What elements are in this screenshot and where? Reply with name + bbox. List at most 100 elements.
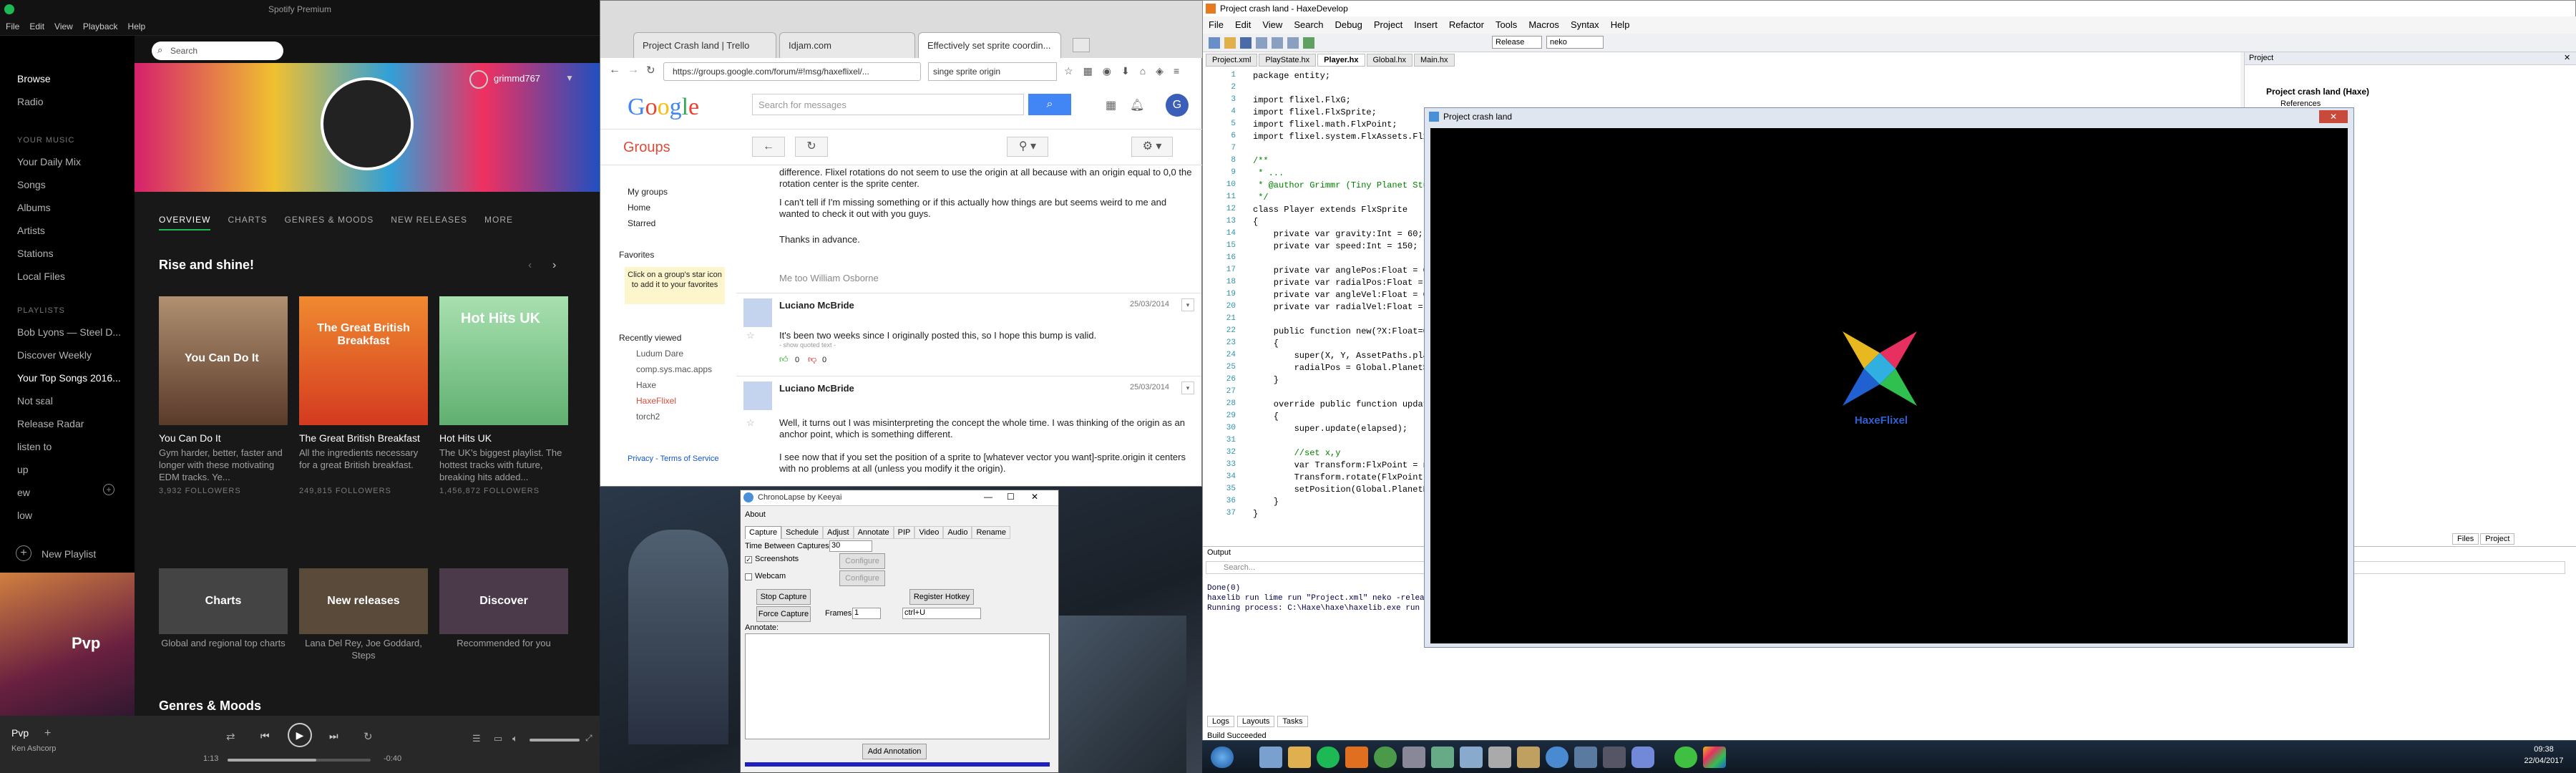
groups-search-input[interactable]: Search for messages: [752, 94, 1024, 115]
menu-item[interactable]: Refactor: [1449, 19, 1484, 30]
register-hotkey-button[interactable]: Register Hotkey: [909, 589, 974, 605]
back-to-topics-button[interactable]: ←: [752, 137, 785, 157]
playlist-item[interactable]: Discover Weekly: [17, 349, 92, 361]
playlist-item[interactable]: ew: [17, 487, 30, 498]
close-icon[interactable]: ✕: [1031, 492, 1038, 502]
playlist-item[interactable]: Not sεal: [17, 395, 53, 407]
favorites-header[interactable]: Favorites: [619, 250, 654, 260]
nav-home[interactable]: Home: [628, 203, 650, 213]
app-icon[interactable]: [1488, 747, 1511, 768]
reply-author[interactable]: Luciano McBride: [779, 383, 854, 394]
menu-item[interactable]: Help: [1611, 19, 1630, 30]
app-icon[interactable]: [1517, 747, 1540, 768]
save-icon[interactable]: +: [44, 727, 51, 740]
username[interactable]: grimmd767: [494, 73, 540, 84]
nav-my-groups[interactable]: My groups: [628, 187, 668, 197]
playlist-card[interactable]: You Can Do It You Can Do It Gym harder, …: [159, 296, 288, 495]
tab-schedule[interactable]: Schedule: [781, 526, 824, 539]
browser-tab[interactable]: Project Crash land | Trello: [633, 32, 776, 58]
share-button[interactable]: ⚲ ▾: [1007, 137, 1048, 157]
stop-capture-button[interactable]: Stop Capture: [756, 589, 811, 605]
now-playing-title[interactable]: Pvp: [11, 727, 29, 739]
download-icon[interactable]: ⬇: [1121, 65, 1130, 77]
haxeflixel-app-icon[interactable]: [1703, 747, 1726, 768]
add-icon[interactable]: +: [103, 484, 114, 495]
extension-icon[interactable]: ▦: [1083, 65, 1093, 77]
reply-menu-button[interactable]: ▾: [1181, 381, 1194, 394]
explorer-icon[interactable]: [1259, 747, 1282, 768]
tab-pip[interactable]: PIP: [893, 526, 915, 539]
category-card[interactable]: Charts Global and regional top charts: [159, 568, 288, 674]
address-bar[interactable]: https://groups.google.com/forum/#!msg/ha…: [663, 62, 921, 81]
menu-edit[interactable]: Edit: [29, 21, 44, 31]
star-icon[interactable]: ☆: [1064, 65, 1073, 77]
menu-item[interactable]: Project: [1374, 19, 1402, 30]
star-icon[interactable]: ☆: [746, 417, 755, 429]
game-icon[interactable]: [1674, 747, 1697, 768]
app-icon[interactable]: [1574, 747, 1597, 768]
save-icon[interactable]: [1240, 37, 1252, 49]
firefox-icon[interactable]: [1345, 747, 1368, 768]
menu-item[interactable]: Edit: [1235, 19, 1251, 30]
upvote-icon[interactable]: 👍︎: [779, 354, 789, 365]
tab-more[interactable]: MORE: [484, 215, 513, 230]
menu-item[interactable]: Insert: [1414, 19, 1438, 30]
menu-about[interactable]: About: [745, 510, 766, 519]
new-playlist-icon[interactable]: +: [16, 545, 31, 561]
configure-button[interactable]: Configure: [839, 570, 885, 586]
playlist-item[interactable]: up: [17, 464, 29, 475]
menu-playback[interactable]: Playback: [83, 21, 118, 31]
find-box[interactable]: singe sprite origin: [928, 62, 1057, 81]
menu-view[interactable]: View: [54, 21, 73, 31]
menu-item[interactable]: File: [1209, 19, 1224, 30]
next-icon[interactable]: ⏭: [329, 730, 338, 742]
volume-icon[interactable]: 🔈︎: [512, 733, 518, 744]
playlist-item[interactable]: low: [17, 510, 32, 521]
tab-tasks[interactable]: Tasks: [1277, 716, 1308, 727]
open-icon[interactable]: [1224, 37, 1236, 49]
project-root[interactable]: Project crash land (Haxe): [2266, 87, 2369, 97]
configure-button[interactable]: Configure: [839, 553, 885, 569]
add-annotation-button[interactable]: Add Annotation: [862, 744, 927, 759]
tab-capture[interactable]: Capture: [745, 526, 782, 539]
clock-date[interactable]: 22/04/2017: [2519, 757, 2569, 765]
webcam-checkbox[interactable]: [745, 573, 752, 580]
time-between-input[interactable]: 30: [829, 540, 872, 552]
minimize-icon[interactable]: —: [984, 492, 992, 502]
close-icon[interactable]: ✕: [2564, 53, 2570, 62]
annotation-textarea[interactable]: [745, 633, 1050, 739]
playlist-item[interactable]: Release Radar: [17, 418, 84, 429]
notifications-icon[interactable]: 🔔︎: [1130, 98, 1144, 112]
show-quoted-text[interactable]: - show quoted text -: [779, 341, 836, 349]
maximize-icon[interactable]: ☐: [1007, 492, 1015, 502]
tab-layouts[interactable]: Layouts: [1236, 716, 1275, 727]
spotify-search-input[interactable]: ⌕ Search: [152, 42, 283, 60]
menu-item[interactable]: Syntax: [1571, 19, 1599, 30]
next-arrow-icon[interactable]: ›: [552, 259, 556, 272]
menu-item[interactable]: Search: [1294, 19, 1323, 30]
browser-tab[interactable]: Idjam.com: [779, 32, 915, 58]
start-button-icon[interactable]: [1211, 747, 1234, 768]
menu-item[interactable]: Macros: [1528, 19, 1559, 30]
queue-icon[interactable]: ☰: [472, 733, 481, 744]
category-card[interactable]: Discover Recommended for you: [439, 568, 568, 674]
doc-tab[interactable]: Main.hx: [1413, 54, 1455, 67]
reply-menu-button[interactable]: ▾: [1181, 298, 1194, 311]
discord-icon[interactable]: [1631, 747, 1654, 768]
tab-logs[interactable]: Logs: [1207, 716, 1234, 727]
lib-daily-mix[interactable]: Your Daily Mix: [17, 156, 81, 167]
settings-gear-icon[interactable]: ⚙ ▾: [1131, 137, 1173, 157]
new-file-icon[interactable]: [1209, 37, 1220, 49]
cut-icon[interactable]: [1256, 37, 1267, 49]
recent-item[interactable]: comp.sys.mac.apps: [636, 364, 712, 374]
playlist-item[interactable]: Your Top Songs 2016...: [17, 372, 121, 384]
recent-item[interactable]: HaxeFlixel: [636, 396, 676, 406]
doc-tab[interactable]: PlayState.hx: [1259, 54, 1317, 67]
previous-icon[interactable]: ⏮: [260, 730, 270, 742]
playlist-item[interactable]: Bob Lyons — Steel D...: [17, 326, 121, 338]
doc-tab[interactable]: Project.xml: [1206, 54, 1258, 67]
nav-starred[interactable]: Starred: [628, 218, 655, 228]
account-avatar[interactable]: G: [1166, 94, 1189, 117]
tab-new-releases[interactable]: NEW RELEASES: [391, 215, 467, 230]
footer-links[interactable]: Privacy - Terms of Service: [628, 454, 719, 463]
